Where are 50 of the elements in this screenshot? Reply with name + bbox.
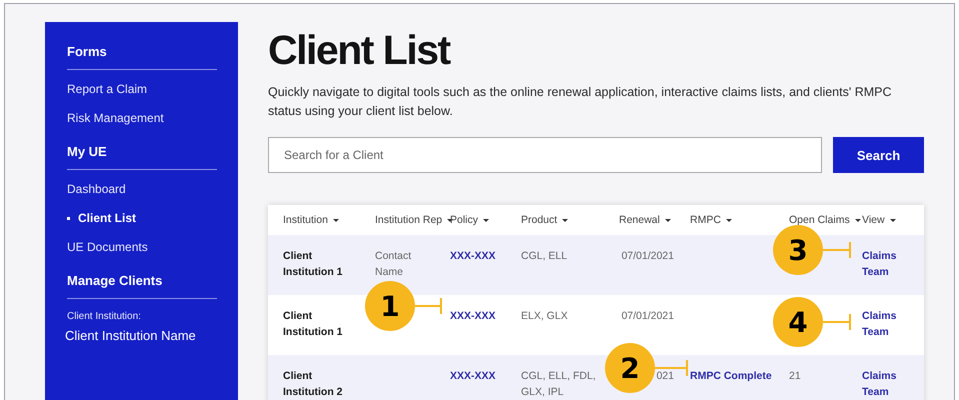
field-value: Client Institution Name: [65, 328, 197, 343]
column-header[interactable]: Renewal: [619, 214, 690, 226]
table-cell-text: Client Institution 1: [283, 249, 344, 280]
table-cell-text: CGL, ELL: [521, 249, 568, 264]
table-cell-text: 21: [789, 369, 802, 384]
policy-link[interactable]: XXX-XXX: [450, 248, 521, 295]
nav-link[interactable]: Risk Management: [67, 111, 216, 125]
leader-line: [823, 241, 851, 259]
section-heading: My UE: [67, 144, 108, 159]
table-cell-text: 07/01/2021: [620, 309, 675, 324]
column-header[interactable]: Institution Rep: [375, 214, 450, 226]
claims-team-link[interactable]: Claims Team: [862, 368, 924, 400]
table-cell-text: Contact Name: [375, 249, 412, 280]
caret-icon: [854, 218, 861, 222]
policy-link[interactable]: XXX-XXX: [450, 368, 521, 400]
nav-link[interactable]: Report a Claim: [67, 82, 216, 96]
table-cell-text: Client Institution 2: [283, 369, 344, 400]
column-header[interactable]: View: [862, 214, 924, 226]
claims-team-link[interactable]: Claims Team: [862, 248, 924, 295]
field-label: Client Institution:: [67, 311, 142, 322]
table-cell-text: 021: [655, 369, 675, 384]
table-cell-text: CGL, ELL, FDL, GLX, IPL: [521, 369, 597, 400]
section-heading: Forms: [67, 44, 108, 59]
table-cell-text: Client Institution 1: [283, 309, 344, 340]
page-title: Client List: [268, 26, 452, 74]
claims-team-link[interactable]: Claims Team: [862, 308, 924, 355]
column-header[interactable]: Product: [521, 214, 619, 226]
table-cell-text: ELX, GLX: [521, 309, 569, 324]
nav-link[interactable]: UE Documents: [67, 240, 216, 254]
table-cell-text: 07/01/2021: [620, 249, 675, 264]
column-header[interactable]: Institution: [283, 214, 375, 226]
nav-link[interactable]: Dashboard: [67, 182, 216, 196]
search-button[interactable]: Search: [833, 137, 924, 173]
nav-link[interactable]: Client List: [67, 211, 216, 225]
column-header[interactable]: Policy: [450, 214, 521, 226]
rmpc-link[interactable]: RMPC Complete: [690, 368, 789, 400]
caret-icon: [483, 218, 490, 222]
search-field[interactable]: Search for a Client: [268, 137, 822, 173]
caret-icon: [332, 218, 339, 222]
leader-line: [823, 313, 851, 331]
column-header[interactable]: RMPC: [690, 214, 789, 226]
policy-link[interactable]: XXX-XXX: [450, 308, 521, 355]
bullet-icon: [67, 216, 70, 220]
caret-icon: [890, 218, 896, 222]
caret-icon: [562, 218, 568, 222]
caret-icon: [664, 218, 671, 222]
section-heading: Manage Clients: [67, 273, 164, 288]
leader-line: [415, 297, 442, 315]
page-description: Quickly navigate to digital tools such as the online renewal application, interactive claims lists, and clients' RMPC status using your client list below.: [268, 84, 893, 120]
caret-icon: [726, 218, 732, 222]
